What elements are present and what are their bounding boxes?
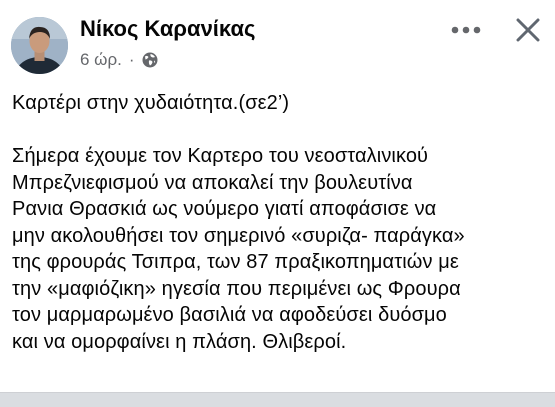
post-timestamp[interactable]: 6 ώρ. bbox=[80, 50, 122, 70]
meta-separator: · bbox=[128, 50, 135, 69]
post-text: Καρτέρι στην χυδαιότητα.(σε2’) Σήμερα έχ… bbox=[12, 90, 552, 355]
post-body-line: και να ομορφαίνει η πλάση. Θλιβεροί. bbox=[12, 330, 347, 353]
post-body-line: Σήμερα έχουμε τον Καρτερο του νεοσταλινι… bbox=[12, 145, 429, 167]
post-card: Νίκος Καρανίκας 6 ώρ. · Καρτέρι στην χυδ… bbox=[0, 0, 555, 393]
close-icon bbox=[516, 18, 540, 42]
post-author-name[interactable]: Νίκος Καρανίκας bbox=[80, 16, 255, 42]
post-meta: 6 ώρ. · bbox=[80, 49, 158, 71]
post-body-line: Ρανια Θρασκιά ως νούμερο γιατί αποφάσισε… bbox=[12, 198, 437, 220]
post-title-line: Καρτέρι στην χυδαιότητα.(σε2’) bbox=[12, 92, 290, 114]
more-horizontal-icon bbox=[451, 26, 481, 34]
paragraph-spacer bbox=[12, 117, 552, 144]
post-body-line: μην ακολουθήσει τον σημερινό «συριζα- πα… bbox=[12, 224, 465, 247]
post-body-line: Μπρεζνιεφισμού να αποκαλεί την βουλευτίν… bbox=[12, 171, 413, 194]
globe-icon[interactable] bbox=[142, 52, 158, 68]
more-options-button[interactable] bbox=[447, 16, 485, 44]
author-avatar[interactable] bbox=[11, 17, 68, 74]
avatar-photo bbox=[11, 17, 68, 74]
close-button[interactable] bbox=[510, 12, 546, 48]
post-body-line: την «μαφιόζικη» ηγεσία που περιμένει ως … bbox=[12, 277, 461, 300]
post-body-line: της φρουράς Τσιπρα, των 87 πραξικοπηματι… bbox=[12, 251, 459, 273]
post-body-line: τον μαρμαρωμένο βασιλιά να αφοδεύσει δυό… bbox=[12, 304, 447, 326]
